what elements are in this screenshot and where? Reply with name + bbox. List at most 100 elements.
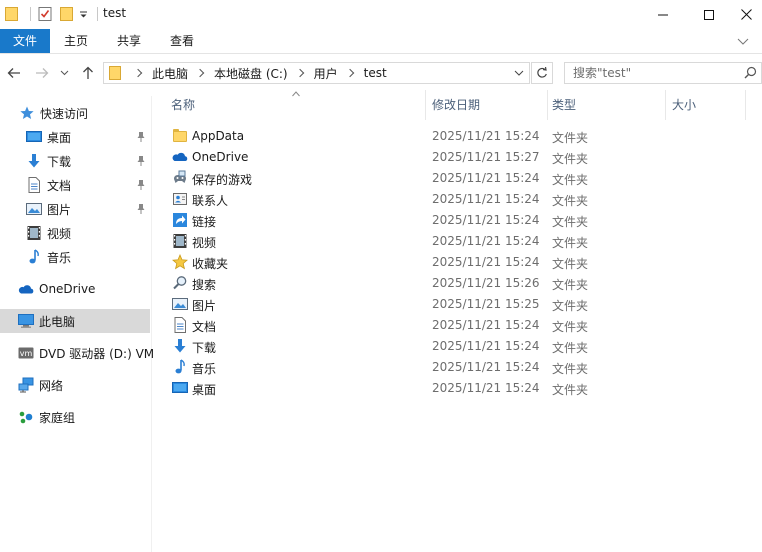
address-bar[interactable]: 此电脑 本地磁盘 (C:) 用户 test	[103, 62, 530, 84]
tab-share[interactable]: 共享	[107, 29, 151, 53]
forward-button[interactable]	[33, 64, 51, 82]
address-history-dropdown[interactable]	[512, 66, 526, 80]
column-header-row: 名称 修改日期 类型 大小	[160, 90, 762, 120]
list-item[interactable]: 音乐 2025/11/21 15:24 文件夹	[160, 357, 762, 378]
list-item[interactable]: 桌面 2025/11/21 15:24 文件夹	[160, 378, 762, 399]
sidebar-item-label: 下载	[47, 154, 72, 169]
file-date: 2025/11/21 15:24	[432, 192, 540, 206]
file-type: 文件夹	[552, 383, 589, 397]
pin-icon[interactable]	[136, 179, 146, 191]
sidebar-item-this-pc[interactable]: 此电脑	[0, 309, 150, 333]
tab-home[interactable]: 主页	[54, 29, 98, 53]
refresh-button[interactable]	[531, 62, 553, 84]
file-list: AppData 2025/11/21 15:24 文件夹 OneDrive 20…	[160, 126, 762, 399]
search-input[interactable]	[573, 65, 733, 81]
sidebar-item-homegroup[interactable]: 家庭组	[0, 405, 150, 429]
tab-file[interactable]: 文件	[0, 29, 50, 53]
star-icon	[19, 105, 35, 121]
sidebar-item-quick-access[interactable]: 快速访问	[0, 101, 150, 125]
desktop-icon	[26, 129, 42, 145]
window-title: test	[103, 6, 127, 20]
expand-ribbon-button[interactable]	[736, 34, 750, 48]
picture-icon	[26, 201, 42, 217]
search-icon	[172, 275, 188, 291]
search-icon[interactable]	[744, 66, 757, 82]
maximize-button[interactable]	[686, 0, 732, 29]
sidebar-item-documents[interactable]: 文档	[0, 173, 150, 197]
file-name: 图片	[192, 299, 217, 313]
list-item[interactable]: 保存的游戏 2025/11/21 15:24 文件夹	[160, 168, 762, 189]
computer-icon	[18, 313, 34, 329]
breadcrumb-separator-icon[interactable]	[346, 69, 354, 77]
breadcrumb-separator-icon[interactable]	[196, 69, 204, 77]
sidebar-item-desktop[interactable]: 桌面	[0, 125, 150, 149]
sidebar-item-music[interactable]: 音乐	[0, 245, 150, 269]
list-item[interactable]: 收藏夹 2025/11/21 15:24 文件夹	[160, 252, 762, 273]
tab-view[interactable]: 查看	[160, 29, 204, 53]
sidebar-item-videos[interactable]: 视频	[0, 221, 150, 245]
file-type: 文件夹	[552, 131, 589, 145]
file-date: 2025/11/21 15:25	[432, 297, 540, 311]
list-item[interactable]: 文档 2025/11/21 15:24 文件夹	[160, 315, 762, 336]
file-date: 2025/11/21 15:24	[432, 129, 540, 143]
column-header-type[interactable]: 类型	[541, 90, 666, 120]
navigation-bar: 此电脑 本地磁盘 (C:) 用户 test	[0, 57, 762, 89]
file-date: 2025/11/21 15:24	[432, 381, 540, 395]
list-item[interactable]: OneDrive 2025/11/21 15:27 文件夹	[160, 147, 762, 168]
sidebar-item-dvd-drive[interactable]: vm DVD 驱动器 (D:) VM	[0, 341, 154, 365]
sidebar-item-network[interactable]: 网络	[0, 373, 150, 397]
sidebar-item-onedrive[interactable]: OneDrive	[0, 277, 150, 301]
customize-toolbar-dropdown-icon[interactable]	[79, 6, 89, 22]
column-header-size[interactable]: 大小	[661, 90, 746, 120]
new-folder-icon[interactable]	[59, 6, 75, 22]
sidebar-item-label: 快速访问	[40, 106, 89, 121]
video-icon	[172, 233, 188, 249]
sidebar-item-label: DVD 驱动器 (D:) VM	[39, 346, 155, 361]
download-icon	[26, 153, 42, 169]
breadcrumb-local-disk[interactable]: 本地磁盘 (C:)	[212, 65, 290, 82]
breadcrumb-this-pc[interactable]: 此电脑	[150, 65, 190, 82]
up-button[interactable]	[79, 64, 97, 82]
sidebar-item-label: 家庭组	[39, 410, 76, 425]
onedrive-icon	[172, 149, 188, 165]
column-header-name[interactable]: 名称	[160, 90, 426, 120]
file-date: 2025/11/21 15:24	[432, 360, 540, 374]
column-header-date[interactable]: 修改日期	[421, 90, 548, 120]
file-name: 文档	[192, 320, 217, 334]
list-item[interactable]: 联系人 2025/11/21 15:24 文件夹	[160, 189, 762, 210]
breadcrumb-separator-icon[interactable]	[134, 69, 142, 77]
file-date: 2025/11/21 15:27	[432, 150, 540, 164]
music-icon	[172, 359, 188, 375]
sidebar-item-label: 文档	[47, 178, 72, 193]
sidebar-item-downloads[interactable]: 下载	[0, 149, 150, 173]
back-button[interactable]	[5, 64, 23, 82]
list-item[interactable]: 视频 2025/11/21 15:24 文件夹	[160, 231, 762, 252]
list-item[interactable]: 图片 2025/11/21 15:25 文件夹	[160, 294, 762, 315]
vm-drive-icon: vm	[18, 345, 34, 361]
chevron-down-icon	[737, 38, 749, 45]
list-item[interactable]: 下载 2025/11/21 15:24 文件夹	[160, 336, 762, 357]
close-button[interactable]	[730, 0, 762, 29]
folder-icon	[172, 128, 188, 144]
recent-locations-button[interactable]	[58, 64, 70, 82]
minimize-button[interactable]	[640, 0, 686, 29]
breadcrumb-test[interactable]: test	[362, 66, 389, 80]
sidebar-item-pictures[interactable]: 图片	[0, 197, 150, 221]
file-date: 2025/11/21 15:24	[432, 171, 540, 185]
file-type: 文件夹	[552, 173, 589, 187]
pin-icon[interactable]	[136, 131, 146, 143]
document-icon	[172, 317, 188, 333]
pin-icon[interactable]	[136, 155, 146, 167]
list-item[interactable]: 链接 2025/11/21 15:24 文件夹	[160, 210, 762, 231]
properties-icon[interactable]	[37, 6, 53, 22]
search-box[interactable]	[564, 62, 762, 84]
file-type: 文件夹	[552, 362, 589, 376]
pin-icon[interactable]	[136, 203, 146, 215]
breadcrumb-users[interactable]: 用户	[312, 65, 340, 82]
file-name: 音乐	[192, 362, 217, 376]
list-item[interactable]: 搜索 2025/11/21 15:26 文件夹	[160, 273, 762, 294]
file-type: 文件夹	[552, 215, 589, 229]
breadcrumb-separator-icon[interactable]	[296, 69, 304, 77]
file-type: 文件夹	[552, 236, 589, 250]
list-item[interactable]: AppData 2025/11/21 15:24 文件夹	[160, 126, 762, 147]
